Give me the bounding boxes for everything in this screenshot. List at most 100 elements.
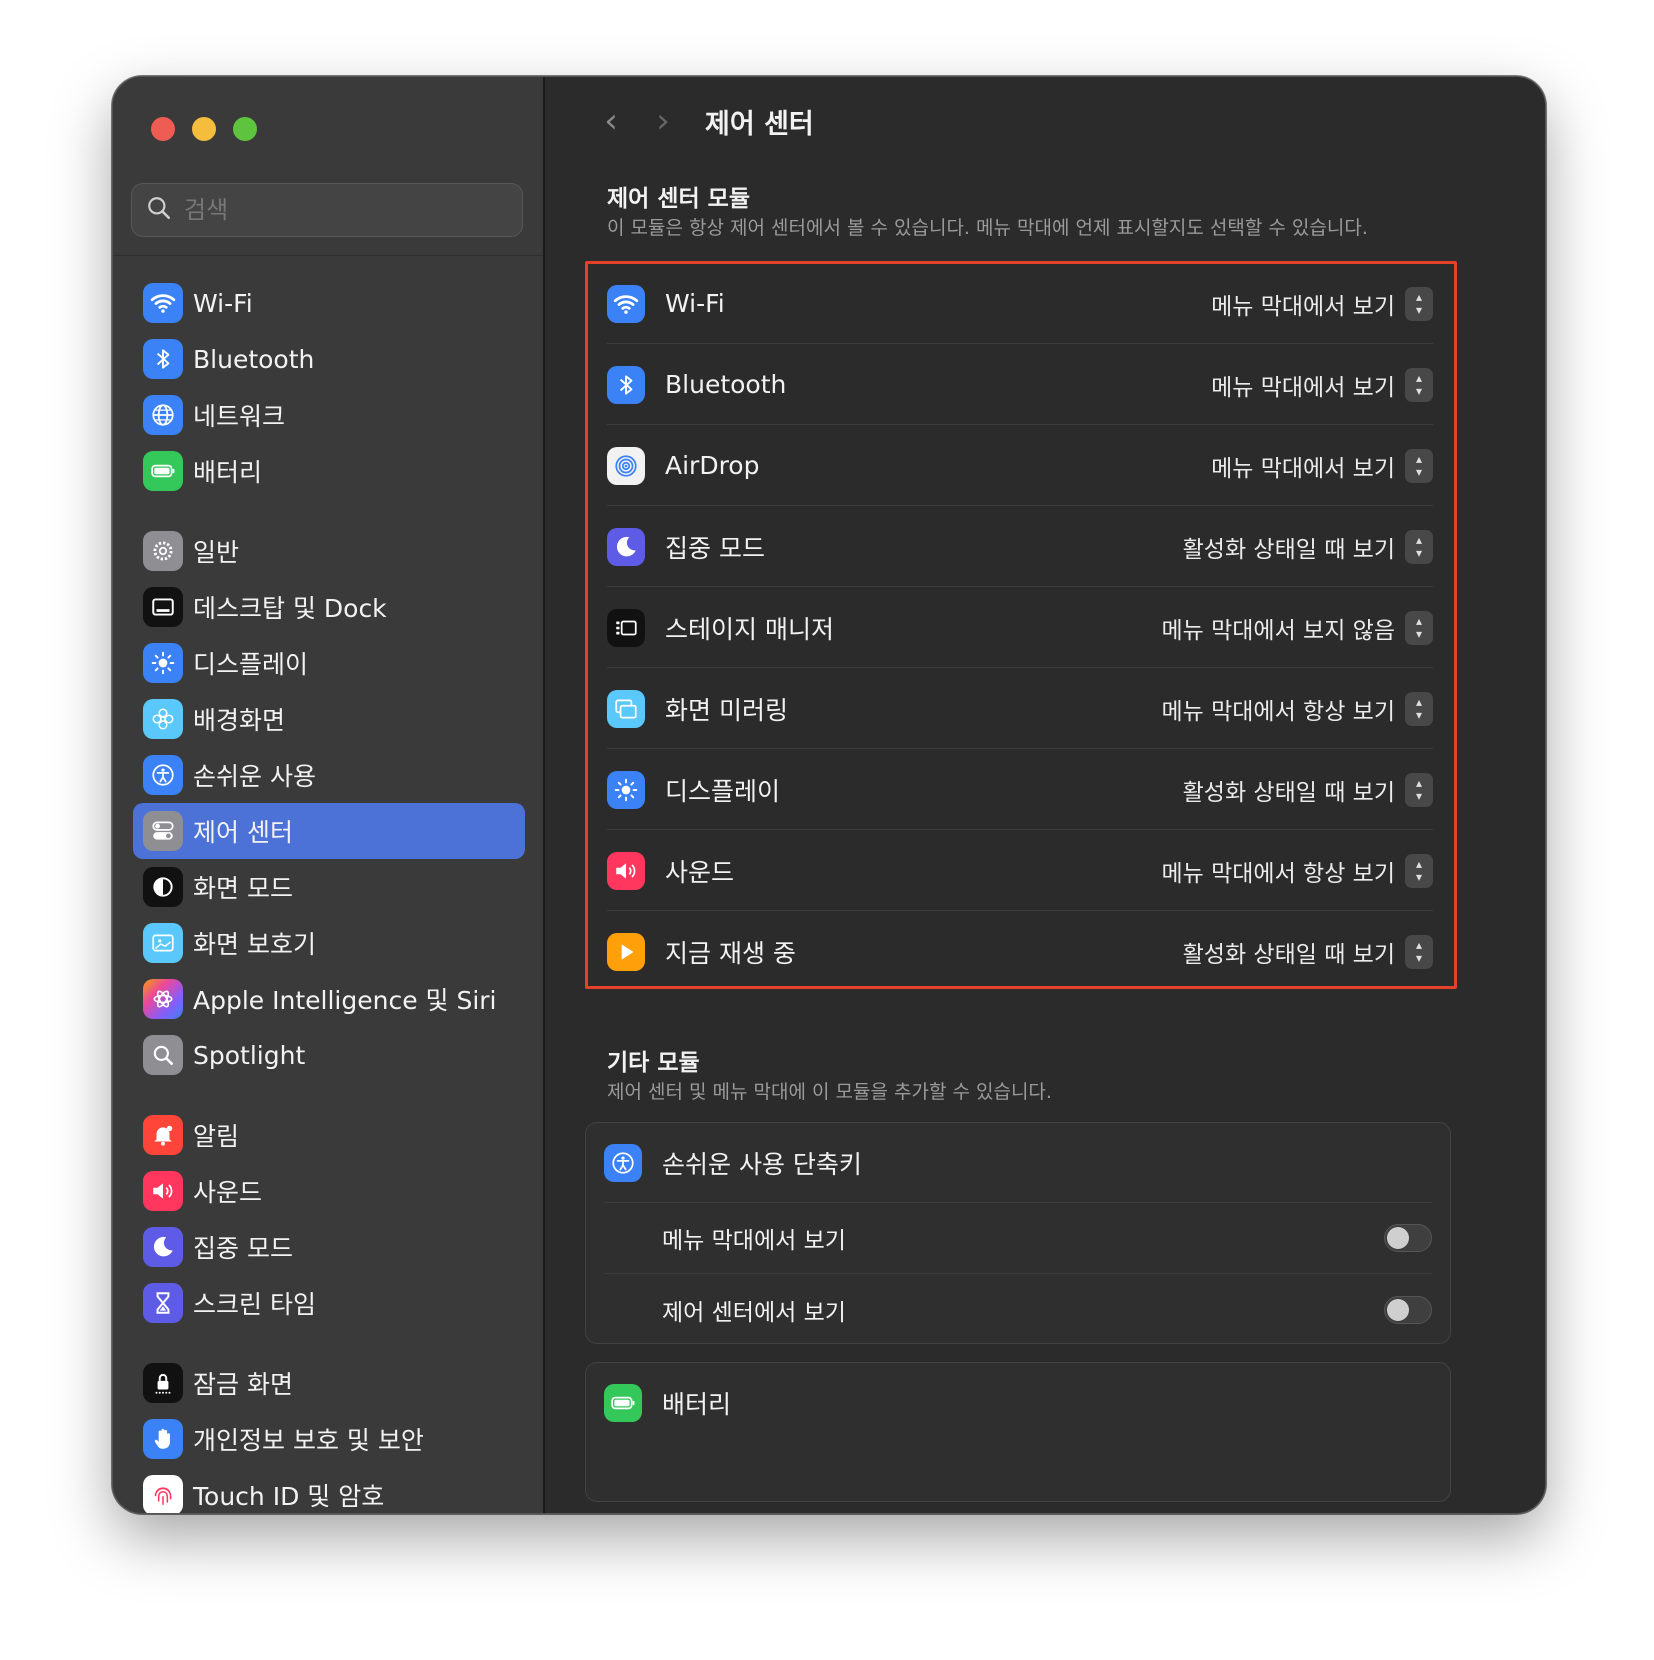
sidebar-item-general[interactable]: 일반 — [133, 523, 525, 579]
chevron-updown-icon[interactable]: ▴ ▾ — [1405, 853, 1433, 888]
chevron-updown-icon[interactable]: ▴ ▾ — [1405, 935, 1433, 969]
sidebar-item-privacy-security[interactable]: 개인정보 보호 및 보안 — [133, 1411, 525, 1467]
sidebar-item-label: Bluetooth — [193, 344, 315, 374]
sidebar-item-label: 잠금 화면 — [193, 1370, 293, 1399]
chevron-updown-icon[interactable]: ▴ ▾ — [1405, 529, 1433, 564]
accessibility-icon — [143, 755, 183, 795]
sidebar-item-network[interactable]: 네트워크 — [133, 387, 525, 443]
module-row-screen-mirroring: 화면 미러링 메뉴 막대에서 항상 보기 ▴ ▾ — [607, 669, 1433, 749]
sidebar: Wi-Fi Bluetooth 네트워크 배터리 — [113, 77, 545, 1513]
sidebar-item-wifi[interactable]: Wi-Fi — [133, 275, 525, 331]
sidebar-item-apple-intelligence-siri[interactable]: Apple Intelligence 및 Siri — [133, 971, 525, 1027]
back-button[interactable]: ‹ — [585, 101, 637, 141]
globe-icon — [143, 395, 183, 435]
chevron-updown-icon[interactable]: ▴ ▾ — [1405, 367, 1433, 402]
sidebar-item-label: Touch ID 및 암호 — [193, 1482, 385, 1511]
sidebar-item-spotlight[interactable]: Spotlight — [133, 1027, 525, 1083]
module-name: 집중 모드 — [665, 533, 765, 563]
module-name: 지금 재생 중 — [665, 939, 796, 968]
sidebar-item-screen-saver[interactable]: 화면 보호기 — [133, 915, 525, 971]
battery-icon — [143, 451, 183, 491]
dock-icon — [143, 587, 183, 627]
sidebar-item-battery[interactable]: 배터리 — [133, 443, 525, 499]
sidebar-item-label: 일반 — [193, 538, 240, 567]
sidebar-item-label: 데스크탑 및 Dock — [193, 594, 387, 623]
chevron-updown-icon[interactable]: ▴ ▾ — [1405, 691, 1433, 726]
sidebar-item-displays[interactable]: 디스플레이 — [133, 635, 525, 691]
close-button[interactable] — [151, 117, 175, 141]
module-name: 화면 미러링 — [665, 695, 788, 725]
sidebar-item-focus[interactable]: 집중 모드 — [133, 1219, 525, 1275]
sidebar-item-label: 스크린 타임 — [193, 1290, 316, 1319]
sun-icon — [607, 770, 645, 809]
module-visibility-select[interactable]: 활성화 상태일 때 보기 — [1183, 530, 1395, 564]
module-name: Bluetooth — [665, 370, 787, 399]
module-name: 디스플레이 — [665, 776, 781, 806]
module-visibility-select[interactable]: 메뉴 막대에서 보기 — [1211, 287, 1395, 321]
sidebar-item-label: 손쉬운 사용 — [193, 762, 316, 791]
module-name: 배터리 — [662, 1390, 732, 1419]
toggles-icon — [143, 811, 183, 851]
fingerprint-icon — [143, 1475, 183, 1513]
control-center-toggle-row: 제어 센터에서 보기 — [604, 1274, 1432, 1345]
bell-icon — [143, 1115, 183, 1155]
search-input[interactable] — [182, 195, 506, 225]
module-row-focus: 집중 모드 활성화 상태일 때 보기 ▴ ▾ — [607, 507, 1433, 587]
moon-icon — [143, 1227, 183, 1267]
sidebar-item-control-center[interactable]: 제어 센터 — [133, 803, 525, 859]
page-title: 제어 센터 — [705, 108, 814, 140]
sidebar-item-label: 네트워크 — [193, 402, 286, 431]
sidebar-item-label: Spotlight — [193, 1040, 306, 1070]
sidebar-item-wallpaper[interactable]: 배경화면 — [133, 691, 525, 747]
module-visibility-select[interactable]: 메뉴 막대에서 항상 보기 — [1161, 692, 1395, 726]
lock-icon — [143, 1363, 183, 1403]
section-title-control-modules: 제어 센터 모듈 — [607, 186, 750, 212]
gear-icon — [143, 531, 183, 571]
search-field[interactable] — [131, 183, 523, 237]
module-row-display: 디스플레이 활성화 상태일 때 보기 ▴ ▾ — [607, 750, 1433, 830]
sidebar-divider — [113, 255, 543, 256]
sidebar-item-lock-screen[interactable]: 잠금 화면 — [133, 1355, 525, 1411]
module-row-airdrop: AirDrop 메뉴 막대에서 보기 ▴ ▾ — [607, 426, 1433, 506]
wifi-icon — [143, 283, 183, 323]
module-visibility-select[interactable]: 메뉴 막대에서 보지 않음 — [1161, 611, 1395, 645]
sidebar-item-accessibility[interactable]: 손쉬운 사용 — [133, 747, 525, 803]
play-icon — [607, 933, 645, 971]
chevron-updown-icon[interactable]: ▴ ▾ — [1405, 448, 1433, 483]
show-in-control-center-toggle[interactable] — [1384, 1295, 1432, 1324]
show-in-menu-bar-toggle[interactable] — [1384, 1224, 1432, 1252]
sidebar-item-label: Wi-Fi — [193, 288, 253, 318]
chevron-updown-icon[interactable]: ▴ ▾ — [1405, 772, 1433, 807]
module-name: 사운드 — [665, 857, 735, 887]
module-row-now-playing: 지금 재생 중 활성화 상태일 때 보기 ▴ ▾ — [607, 912, 1433, 992]
chevron-updown-icon[interactable]: ▴ ▾ — [1405, 610, 1433, 645]
module-visibility-select[interactable]: 메뉴 막대에서 보기 — [1211, 368, 1395, 402]
battery-card: 배터리 — [585, 1362, 1451, 1502]
battery-icon — [604, 1384, 642, 1422]
sidebar-item-screen-time[interactable]: 스크린 타임 — [133, 1275, 525, 1331]
forward-button[interactable]: › — [637, 101, 689, 141]
siri-icon — [143, 979, 183, 1019]
sidebar-item-appearance[interactable]: 화면 모드 — [133, 859, 525, 915]
section-title-other-modules: 기타 모듈 — [607, 1050, 700, 1076]
module-row-sound: 사운드 메뉴 막대에서 항상 보기 ▴ ▾ — [607, 831, 1433, 911]
module-visibility-select[interactable]: 메뉴 막대에서 항상 보기 — [1161, 854, 1395, 888]
zoom-button[interactable] — [233, 117, 257, 141]
sidebar-item-sound[interactable]: 사운드 — [133, 1163, 525, 1219]
sidebar-item-notifications[interactable]: 알림 — [133, 1107, 525, 1163]
module-row-wifi: Wi-Fi 메뉴 막대에서 보기 ▴ ▾ — [607, 264, 1433, 344]
module-visibility-select[interactable]: 활성화 상태일 때 보기 — [1183, 935, 1395, 969]
module-visibility-select[interactable]: 메뉴 막대에서 보기 — [1211, 449, 1395, 483]
sidebar-item-bluetooth[interactable]: Bluetooth — [133, 331, 525, 387]
sidebar-item-desktop-dock[interactable]: 데스크탑 및 Dock — [133, 579, 525, 635]
sidebar-item-touch-id[interactable]: Touch ID 및 암호 — [133, 1467, 525, 1513]
module-visibility-select[interactable]: 활성화 상태일 때 보기 — [1183, 773, 1395, 807]
toggle-label: 메뉴 막대에서 보기 — [662, 1228, 846, 1254]
chevron-updown-icon[interactable]: ▴ ▾ — [1405, 286, 1433, 321]
module-name: AirDrop — [665, 451, 760, 480]
menu-bar-toggle-row: 메뉴 막대에서 보기 — [604, 1203, 1432, 1274]
appearance-icon — [143, 867, 183, 907]
minimize-button[interactable] — [192, 117, 216, 141]
